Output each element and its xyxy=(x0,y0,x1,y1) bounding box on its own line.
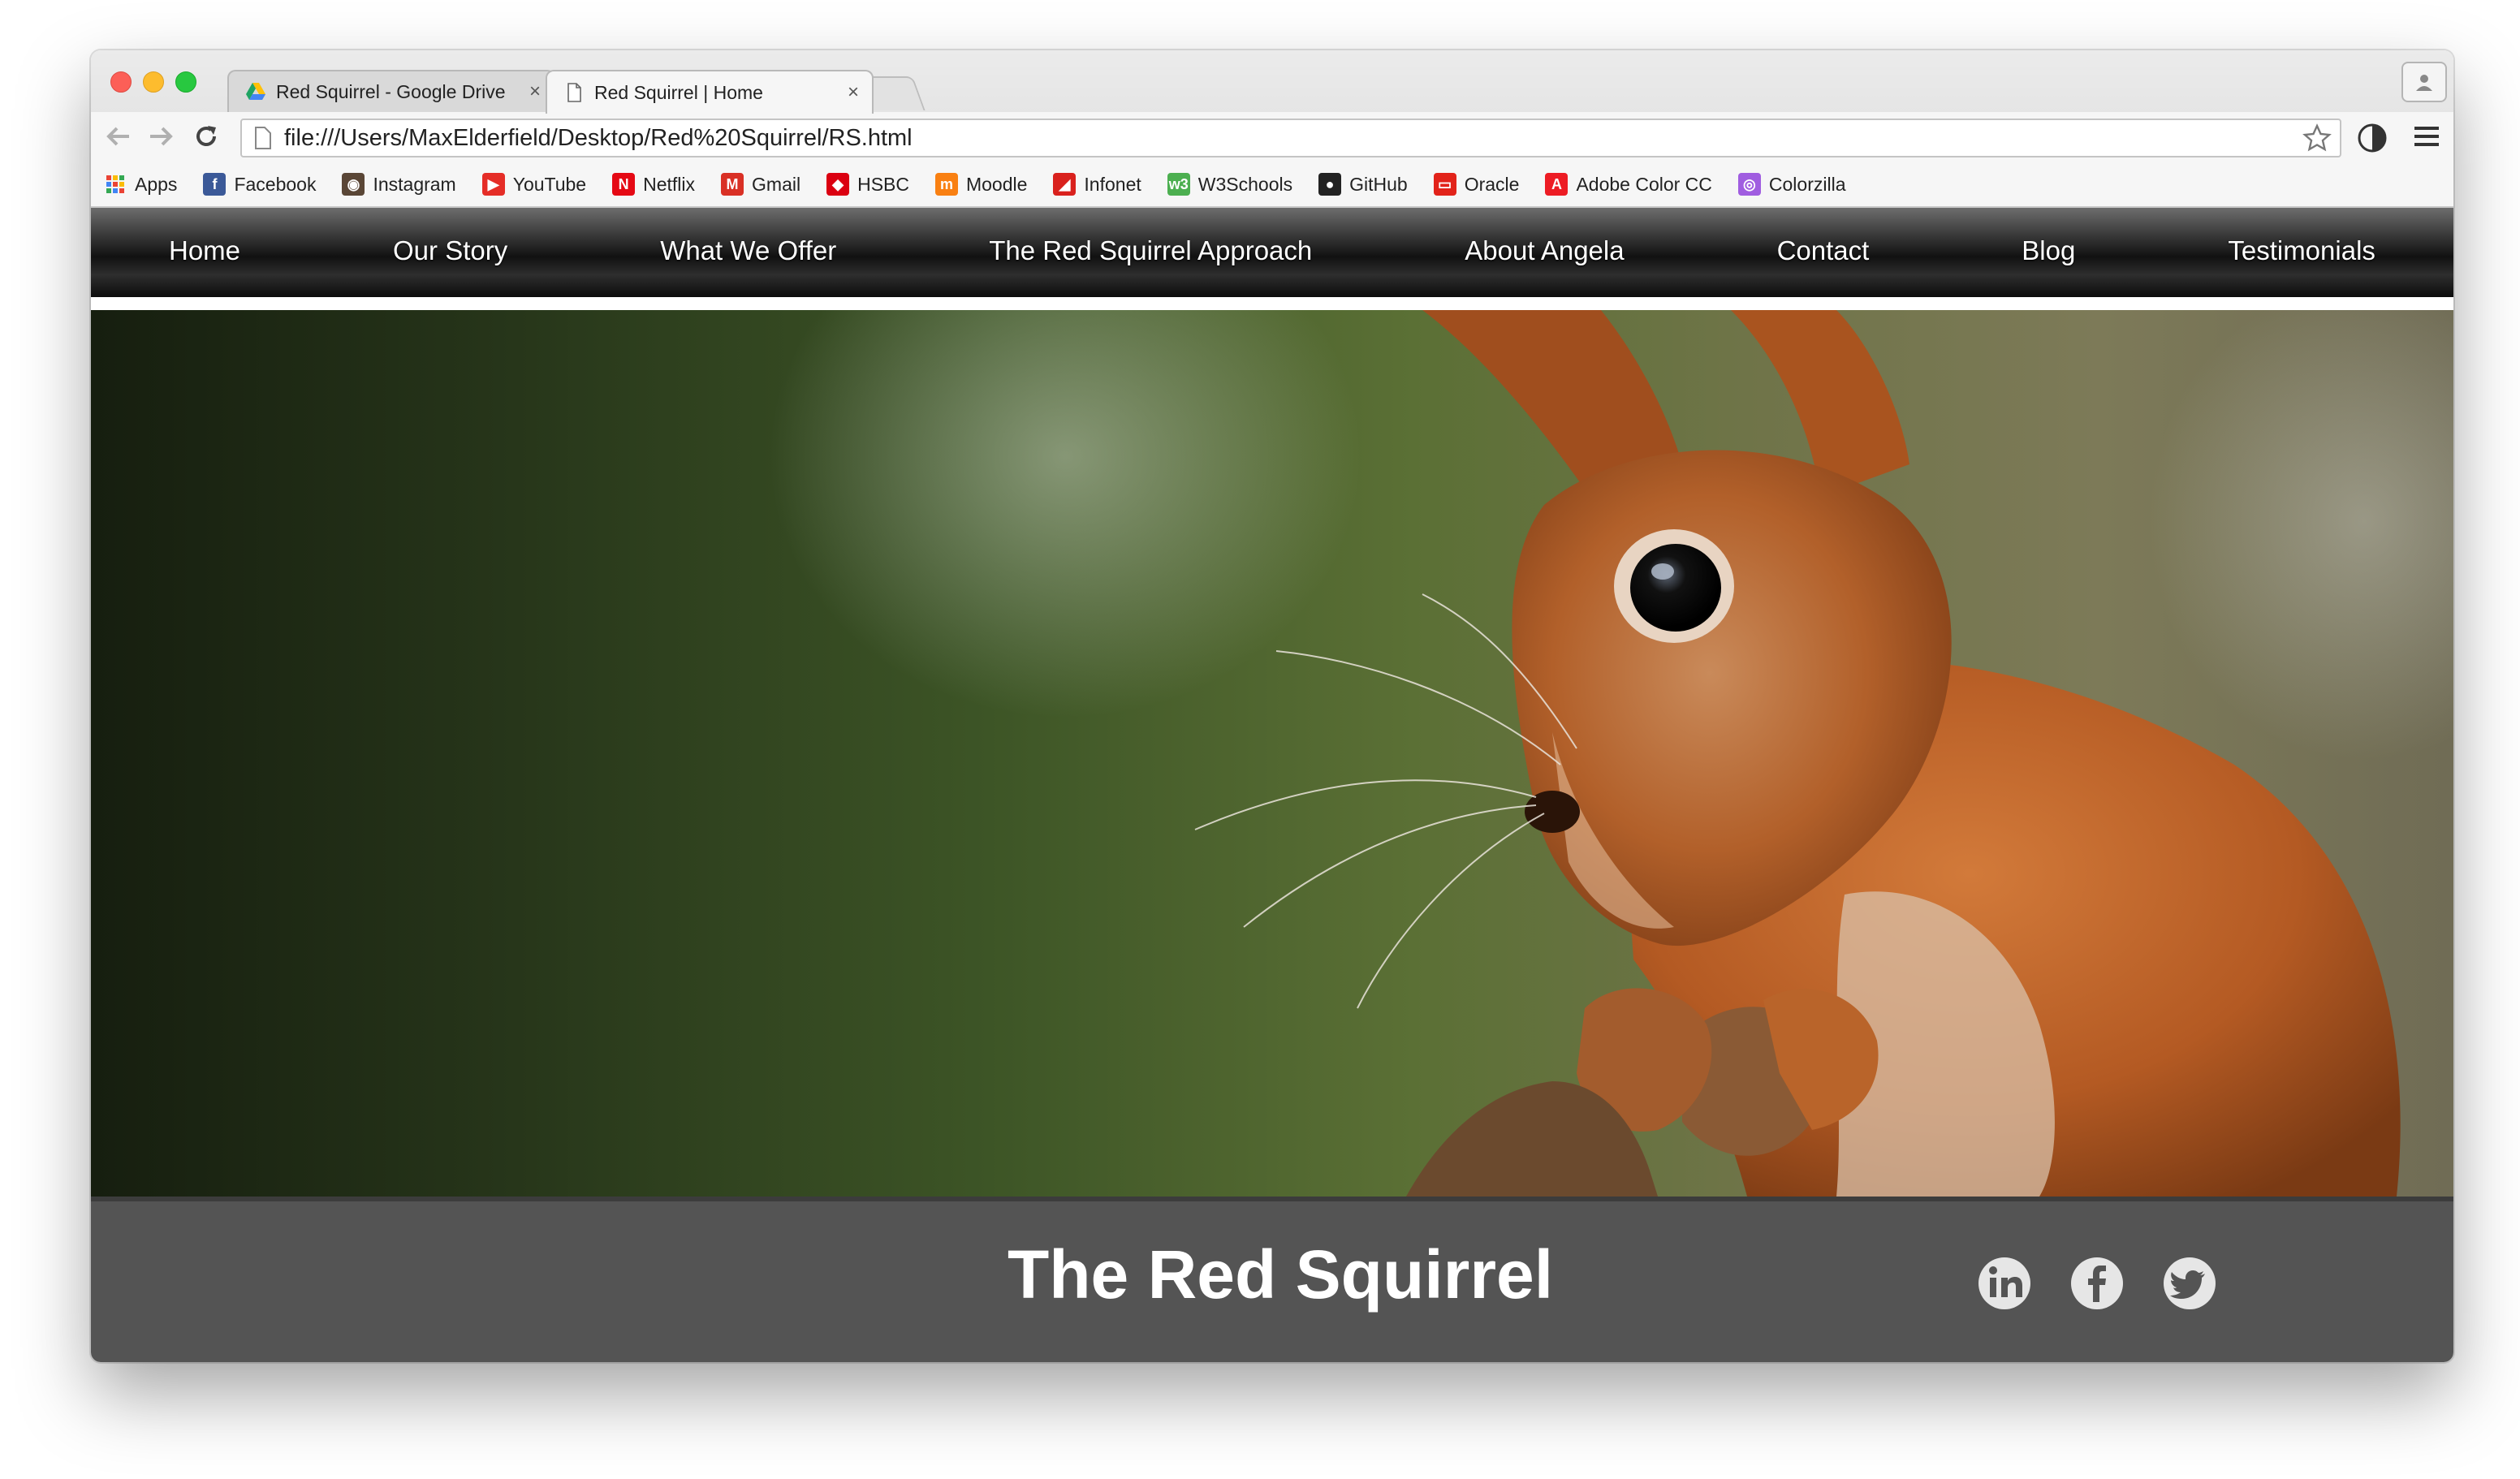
site-footer: The Red Squirrel xyxy=(91,1197,2453,1362)
adobe-icon: A xyxy=(1545,173,1569,196)
minimize-window-button[interactable] xyxy=(143,71,164,93)
bookmark-facebook[interactable]: f Facebook xyxy=(203,173,316,196)
tab-close-button[interactable]: × xyxy=(529,80,541,103)
forward-button[interactable] xyxy=(145,120,177,153)
nav-red-squirrel-approach[interactable]: The Red Squirrel Approach xyxy=(989,235,1312,266)
bookmark-github[interactable]: ● GitHub xyxy=(1318,173,1408,196)
bookmark-label: Netflix xyxy=(643,173,696,195)
browser-chrome: Red Squirrel - Google Drive × Red Squirr… xyxy=(91,50,2453,208)
instagram-icon: ◉ xyxy=(342,173,365,196)
google-drive-icon xyxy=(246,83,265,100)
bookmark-moodle[interactable]: m Moodle xyxy=(934,173,1028,196)
bookmark-label: Infonet xyxy=(1084,173,1141,195)
oracle-icon: ▭ xyxy=(1433,173,1456,196)
bookmark-apps[interactable]: Apps xyxy=(104,173,177,196)
site-title-text: The Red Squirrel xyxy=(1007,1236,1554,1313)
infonet-icon: ◢ xyxy=(1053,173,1077,196)
profile-button[interactable] xyxy=(2401,62,2447,102)
url-text: file:///Users/MaxElderfield/Desktop/Red%… xyxy=(284,124,913,151)
gmail-icon: M xyxy=(721,173,744,196)
page-icon xyxy=(567,83,581,102)
bookmark-label: HSBC xyxy=(857,173,909,195)
bookmark-label: Gmail xyxy=(752,173,801,195)
page-icon xyxy=(255,127,271,149)
bookmark-label: Moodle xyxy=(965,173,1028,195)
nav-testimonials[interactable]: Testimonials xyxy=(2228,235,2375,266)
linkedin-icon[interactable] xyxy=(1976,1255,2033,1312)
bookmark-star-icon[interactable] xyxy=(2302,123,2332,153)
nav-about-angela[interactable]: About Angela xyxy=(1465,235,1624,266)
bookmark-instagram[interactable]: ◉ Instagram xyxy=(342,173,456,196)
bookmark-label: Colorzilla xyxy=(1768,173,1846,195)
bookmark-colorzilla[interactable]: ◎ Colorzilla xyxy=(1737,173,1846,196)
facebook-icon: f xyxy=(203,173,227,196)
reload-button[interactable] xyxy=(190,120,222,153)
nav-contact[interactable]: Contact xyxy=(1777,235,1870,266)
bookmark-oracle[interactable]: ▭ Oracle xyxy=(1433,173,1520,196)
bookmark-label: Facebook xyxy=(234,173,317,195)
nav-home[interactable]: Home xyxy=(169,235,240,266)
nav-what-we-offer[interactable]: What We Offer xyxy=(660,235,836,266)
bookmark-label: Instagram xyxy=(373,173,456,195)
bookmark-infonet[interactable]: ◢ Infonet xyxy=(1053,173,1141,196)
site-navigation: Home Our Story What We Offer The Red Squ… xyxy=(91,208,2453,304)
tab-strip: Red Squirrel - Google Drive × Red Squirr… xyxy=(91,50,2453,114)
hamburger-menu-icon[interactable] xyxy=(2413,123,2440,149)
extension-icon[interactable] xyxy=(2356,122,2388,154)
tab-close-button[interactable]: × xyxy=(848,81,859,104)
address-bar[interactable]: file:///Users/MaxElderfield/Desktop/Red%… xyxy=(240,119,2341,157)
moodle-icon: m xyxy=(934,173,958,196)
back-button[interactable] xyxy=(102,120,135,153)
tab-title: Red Squirrel - Google Drive xyxy=(276,80,506,102)
bookmark-label: Oracle xyxy=(1464,173,1520,195)
bookmark-youtube[interactable]: ▶ YouTube xyxy=(481,173,587,196)
bookmark-label: Apps xyxy=(135,173,178,195)
close-window-button[interactable] xyxy=(110,71,132,93)
bookmark-label: Adobe Color CC xyxy=(1576,173,1712,195)
browser-toolbar: file:///Users/MaxElderfield/Desktop/Red%… xyxy=(91,112,2453,162)
red-squirrel-illustration xyxy=(1194,310,2401,1197)
apps-grid-icon xyxy=(104,173,127,196)
arrow-right-icon xyxy=(150,127,173,146)
netflix-icon: N xyxy=(612,173,636,196)
twitter-icon[interactable] xyxy=(2161,1255,2218,1312)
browser-window: Red Squirrel - Google Drive × Red Squirr… xyxy=(91,50,2453,1362)
bookmark-adobe-color-cc[interactable]: A Adobe Color CC xyxy=(1545,173,1712,196)
bookmark-netflix[interactable]: N Netflix xyxy=(612,173,695,196)
bookmark-hsbc[interactable]: ◆ HSBC xyxy=(826,173,909,196)
github-icon: ● xyxy=(1318,173,1342,196)
person-icon xyxy=(2416,75,2432,91)
zoom-window-button[interactable] xyxy=(175,71,196,93)
tab-google-drive[interactable]: Red Squirrel - Google Drive × xyxy=(227,70,555,112)
bookmark-label: W3Schools xyxy=(1197,173,1293,195)
hero-image xyxy=(91,310,2453,1197)
facebook-icon[interactable] xyxy=(2069,1255,2125,1312)
nav-our-story[interactable]: Our Story xyxy=(393,235,507,266)
colorzilla-icon: ◎ xyxy=(1737,173,1761,196)
nav-blog[interactable]: Blog xyxy=(2022,235,2075,266)
hsbc-icon: ◆ xyxy=(826,173,850,196)
bookmarks-bar: Apps f Facebook ◉ Instagram ▶ YouTube N Netflix M… xyxy=(91,162,2453,208)
youtube-icon: ▶ xyxy=(481,173,505,196)
bookmark-label: YouTube xyxy=(512,173,587,195)
w3schools-icon: w3 xyxy=(1167,173,1190,196)
bookmark-w3schools[interactable]: w3 W3Schools xyxy=(1167,173,1292,196)
bookmark-gmail[interactable]: M Gmail xyxy=(721,173,800,196)
reload-icon xyxy=(196,126,216,146)
arrow-left-icon xyxy=(106,127,129,146)
tab-title: Red Squirrel | Home xyxy=(594,81,763,103)
tab-red-squirrel-home[interactable]: Red Squirrel | Home × xyxy=(546,70,874,114)
bookmark-label: GitHub xyxy=(1349,173,1408,195)
web-page: Home Our Story What We Offer The Red Squ… xyxy=(91,208,2453,1362)
